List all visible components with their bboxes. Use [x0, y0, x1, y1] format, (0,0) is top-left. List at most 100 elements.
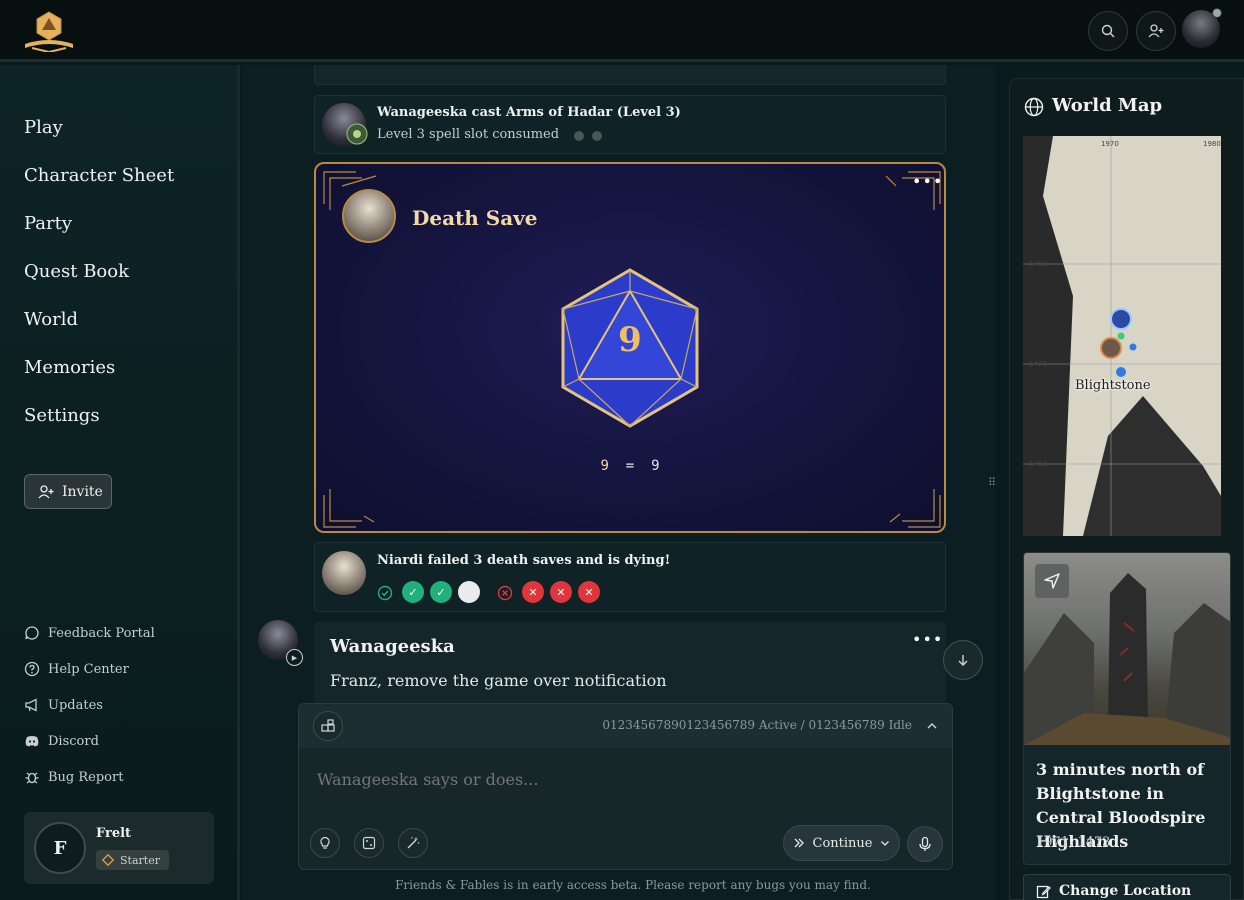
layout-icon: [321, 719, 335, 732]
spell-slot-dot: [574, 131, 584, 141]
location-card: 3 minutes north of Blightstone in Centra…: [1023, 552, 1231, 865]
spell-slot-dot: [592, 131, 602, 141]
more-options-icon[interactable]: •••: [912, 630, 943, 649]
microphone-button[interactable]: [907, 826, 943, 862]
user-initial-avatar: F: [34, 822, 86, 874]
continue-label: Continue: [812, 835, 873, 851]
bug-report-label: Bug Report: [48, 769, 124, 785]
presence-status: 01234567890123456789 Active / 0123456789…: [602, 718, 912, 732]
map-tick-label: 1980: [1203, 140, 1221, 148]
nav-quest-book[interactable]: Quest Book: [24, 261, 129, 282]
search-button[interactable]: [1088, 11, 1128, 51]
top-bar: [0, 0, 1244, 62]
nav-character-sheet[interactable]: Character Sheet: [24, 165, 174, 186]
die-value: 9: [618, 320, 642, 360]
death-saves-card: Niardi failed 3 death saves and is dying…: [314, 542, 946, 612]
play-audio-icon[interactable]: ▶: [286, 649, 303, 666]
magic-wand-button[interactable]: [398, 828, 428, 858]
message-input[interactable]: [317, 770, 917, 789]
discord-label: Discord: [48, 733, 99, 749]
roll-dice-button[interactable]: [354, 828, 384, 858]
chat-message: Wanageeska Franz, remove the game over n…: [314, 622, 946, 712]
navigation-arrow-icon: [1044, 573, 1060, 589]
failure-pip-filled: ✕: [522, 581, 544, 603]
bug-report-link[interactable]: Bug Report: [24, 769, 123, 785]
roll-equals: =: [625, 458, 635, 474]
location-coordinates: 1971, 1473: [1036, 835, 1111, 850]
world-map-title: World Map: [1052, 95, 1163, 116]
help-circle-icon: [24, 661, 40, 677]
world-map[interactable]: 1970 1980 1480 1470 1460 Blightstone: [1023, 136, 1221, 536]
map-tick-label: 1460: [1029, 460, 1047, 468]
death-saves-title: Niardi failed 3 death saves and is dying…: [377, 553, 671, 568]
success-pip-filled: ✓: [402, 581, 424, 603]
roll-equation: 9 = 9: [316, 458, 944, 474]
failure-label-icon: [497, 585, 513, 601]
message-composer: 01234567890123456789 Active / 0123456789…: [298, 703, 953, 870]
change-location-label: Change Location: [1059, 883, 1192, 899]
feedback-portal-link[interactable]: Feedback Portal: [24, 625, 155, 641]
sidebar: Play Character Sheet Party Quest Book Wo…: [0, 65, 240, 900]
nav-memories[interactable]: Memories: [24, 357, 115, 378]
world-map-panel: World Map 1970 1980 1480 1470 1460 Bligh…: [1009, 78, 1244, 900]
continue-button[interactable]: Continue: [783, 825, 900, 861]
avatar-status-badge: [1212, 8, 1222, 18]
death-save-title: Death Save: [412, 206, 538, 230]
feedback-portal-label: Feedback Portal: [48, 625, 155, 641]
success-label-icon: [377, 585, 393, 601]
user-name: Frelt: [96, 826, 132, 841]
map-tick-label: 1970: [1101, 140, 1119, 148]
d20-die: 9: [561, 268, 699, 428]
failure-pip-filled: ✕: [578, 581, 600, 603]
nav-play[interactable]: Play: [24, 117, 63, 138]
help-center-link[interactable]: Help Center: [24, 661, 129, 677]
map-tick-label: 1480: [1029, 260, 1047, 268]
composer-header: 01234567890123456789 Active / 0123456789…: [299, 704, 952, 748]
roll-term: 9: [600, 458, 609, 474]
add-user-button[interactable]: [1136, 11, 1176, 51]
nav-party[interactable]: Party: [24, 213, 72, 234]
spell-title: Wanageeska cast Arms of Hadar (Level 3): [377, 105, 681, 120]
success-pip-empty: [458, 581, 480, 603]
scroll-to-bottom-button[interactable]: [943, 640, 983, 680]
tier-badge: Starter: [96, 850, 169, 870]
dice-book-logo[interactable]: [22, 10, 76, 52]
more-options-icon[interactable]: •••: [912, 172, 943, 191]
previous-message-card: [314, 65, 946, 85]
dice-icon: [362, 836, 376, 850]
spell-subtitle: Level 3 spell slot consumed: [377, 127, 560, 142]
navigate-button[interactable]: [1035, 564, 1069, 598]
roll-total: 9: [651, 458, 660, 474]
arrow-down-icon: [958, 655, 968, 666]
search-icon: [1101, 24, 1115, 38]
microphone-icon: [919, 836, 931, 851]
help-center-label: Help Center: [48, 661, 129, 677]
bug-icon: [25, 772, 39, 784]
add-user-icon: [1148, 24, 1164, 38]
tier-label: Starter: [120, 853, 160, 867]
dying-character-avatar: [322, 551, 366, 595]
globe-icon: [1024, 97, 1044, 117]
map-location-label: Blightstone: [1075, 378, 1151, 393]
panel-resize-handle[interactable]: ⠿: [988, 476, 996, 489]
discord-link[interactable]: Discord: [24, 733, 99, 749]
chat-feed: Wanageeska cast Arms of Hadar (Level 3) …: [243, 65, 995, 900]
nav-settings[interactable]: Settings: [24, 405, 100, 426]
add-user-icon: [38, 484, 54, 498]
invite-button[interactable]: Invite: [24, 474, 112, 509]
beta-notice: Friends & Fables is in early access beta…: [395, 878, 871, 892]
updates-link[interactable]: Updates: [24, 697, 103, 713]
composer-mode-button[interactable]: [313, 711, 343, 741]
chat-bubble-icon: [25, 626, 39, 640]
message-text: Franz, remove the game over notification: [330, 671, 667, 690]
user-card[interactable]: F Frelt Starter: [24, 812, 214, 884]
map-terrain: [1023, 136, 1221, 536]
suggest-button[interactable]: [310, 828, 340, 858]
chevron-down-icon: [881, 841, 890, 846]
spell-cast-card: Wanageeska cast Arms of Hadar (Level 3) …: [314, 95, 946, 154]
chevron-up-icon[interactable]: [926, 720, 938, 732]
change-location-button[interactable]: Change Location: [1023, 874, 1231, 900]
lightbulb-icon: [320, 836, 330, 849]
nav-world[interactable]: World: [24, 309, 78, 330]
failure-pip-filled: ✕: [550, 581, 572, 603]
